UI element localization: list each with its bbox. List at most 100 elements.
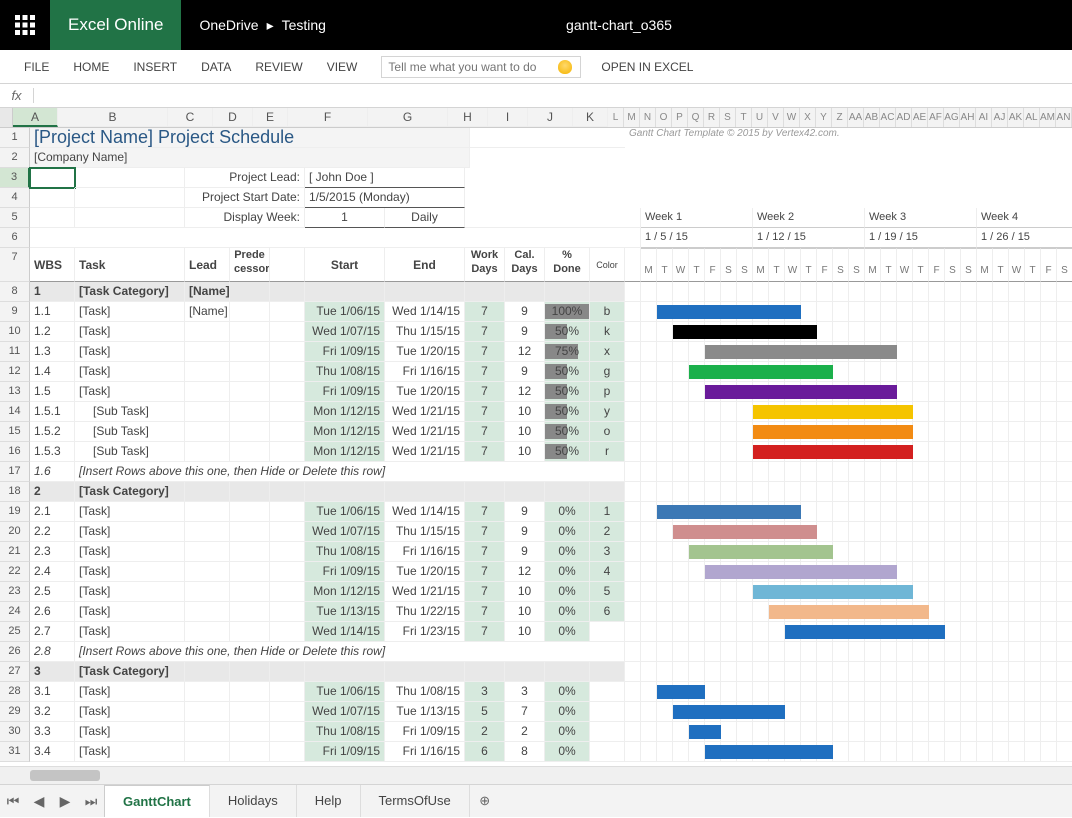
cell-e-29[interactable] xyxy=(270,702,305,722)
cell-end-13[interactable]: Tue 1/20/15 xyxy=(385,382,465,402)
cell-task-26[interactable]: [Insert Rows above this one, then Hide o… xyxy=(75,642,625,662)
col-header-R[interactable]: R xyxy=(704,108,720,127)
cell-lead-20[interactable] xyxy=(185,522,230,542)
cell-lead-24[interactable] xyxy=(185,602,230,622)
cell-task-15[interactable]: [Sub Task] xyxy=(75,422,185,442)
cell-start-27[interactable] xyxy=(305,662,385,682)
col-header-AJ[interactable]: AJ xyxy=(992,108,1008,127)
cell-cd-28[interactable]: 3 xyxy=(505,682,545,702)
col-header-L[interactable]: L xyxy=(608,108,624,127)
row-header-8[interactable]: 8 xyxy=(0,282,30,302)
cell-wd-30[interactable]: 2 xyxy=(465,722,505,742)
cell-start-22[interactable]: Fri 1/09/15 xyxy=(305,562,385,582)
cell-B5[interactable] xyxy=(75,208,185,228)
col-header-B[interactable]: B xyxy=(58,108,168,127)
col-header-G[interactable]: G xyxy=(368,108,448,127)
breadcrumb-item[interactable]: OneDrive xyxy=(199,17,258,33)
cell-start-30[interactable]: Thu 1/08/15 xyxy=(305,722,385,742)
row-header-23[interactable]: 23 xyxy=(0,582,30,602)
cell-B4[interactable] xyxy=(75,188,185,208)
cell-wd-20[interactable]: 7 xyxy=(465,522,505,542)
cell-pred-30[interactable] xyxy=(230,722,270,742)
cell-pred-31[interactable] xyxy=(230,742,270,762)
cell-pred-19[interactable] xyxy=(230,502,270,522)
cell-start-10[interactable]: Wed 1/07/15 xyxy=(305,322,385,342)
cell-task-28[interactable]: [Task] xyxy=(75,682,185,702)
cell-end-22[interactable]: Tue 1/20/15 xyxy=(385,562,465,582)
cell-end-11[interactable]: Tue 1/20/15 xyxy=(385,342,465,362)
cell-C3[interactable]: Project Lead: xyxy=(185,168,305,188)
row-header-27[interactable]: 27 xyxy=(0,662,30,682)
col-header-T[interactable]: T xyxy=(736,108,752,127)
hdr-wbs[interactable]: WBS xyxy=(30,248,75,282)
ribbon-tab-file[interactable]: FILE xyxy=(12,56,61,78)
col-header-N[interactable]: N xyxy=(640,108,656,127)
cell-pct-24[interactable]: 0% xyxy=(545,602,590,622)
week-header-3[interactable]: Week 4 xyxy=(977,208,1072,228)
cell-color-18[interactable] xyxy=(590,482,625,502)
col-header-Q[interactable]: Q xyxy=(688,108,704,127)
col-header-AM[interactable]: AM xyxy=(1040,108,1056,127)
app-launcher-button[interactable] xyxy=(0,0,50,50)
cell-start-18[interactable] xyxy=(305,482,385,502)
cell-wd-14[interactable]: 7 xyxy=(465,402,505,422)
col-header-AI[interactable]: AI xyxy=(976,108,992,127)
cell-cd-18[interactable] xyxy=(505,482,545,502)
cell-start-13[interactable]: Fri 1/09/15 xyxy=(305,382,385,402)
cell-lead-19[interactable] xyxy=(185,502,230,522)
cell-task-27[interactable]: [Task Category] xyxy=(75,662,185,682)
col-header-O[interactable]: O xyxy=(656,108,672,127)
cell-end-28[interactable]: Thu 1/08/15 xyxy=(385,682,465,702)
cell-cd-14[interactable]: 10 xyxy=(505,402,545,422)
cell-cd-20[interactable]: 9 xyxy=(505,522,545,542)
cell-e-20[interactable] xyxy=(270,522,305,542)
cell-wbs-28[interactable]: 3.1 xyxy=(30,682,75,702)
cell-wd-24[interactable]: 7 xyxy=(465,602,505,622)
row-header-14[interactable]: 14 xyxy=(0,402,30,422)
cell-wbs-30[interactable]: 3.3 xyxy=(30,722,75,742)
cell-end-18[interactable] xyxy=(385,482,465,502)
col-header-Y[interactable]: Y xyxy=(816,108,832,127)
cell-e-16[interactable] xyxy=(270,442,305,462)
cell-A4[interactable] xyxy=(30,188,75,208)
cell-wbs-23[interactable]: 2.5 xyxy=(30,582,75,602)
cell-task-14[interactable]: [Sub Task] xyxy=(75,402,185,422)
row-header-21[interactable]: 21 xyxy=(0,542,30,562)
cell-cd-8[interactable] xyxy=(505,282,545,302)
cell-start-20[interactable]: Wed 1/07/15 xyxy=(305,522,385,542)
sheet-tab-help[interactable]: Help xyxy=(297,785,361,817)
col-header-AB[interactable]: AB xyxy=(864,108,880,127)
cell-pred-13[interactable] xyxy=(230,382,270,402)
cell-F5[interactable]: 1 xyxy=(305,208,385,228)
cell-color-29[interactable] xyxy=(590,702,625,722)
col-header-A[interactable]: A xyxy=(13,108,58,127)
cell-task-10[interactable]: [Task] xyxy=(75,322,185,342)
cell-task-18[interactable]: [Task Category] xyxy=(75,482,185,502)
cell-pred-9[interactable] xyxy=(230,302,270,322)
row-header-22[interactable]: 22 xyxy=(0,562,30,582)
cell-e-28[interactable] xyxy=(270,682,305,702)
cell-end-30[interactable]: Fri 1/09/15 xyxy=(385,722,465,742)
row-header-24[interactable]: 24 xyxy=(0,602,30,622)
cell-wbs-9[interactable]: 1.1 xyxy=(30,302,75,322)
cell-start-9[interactable]: Tue 1/06/15 xyxy=(305,302,385,322)
cell-lead-21[interactable] xyxy=(185,542,230,562)
cell-end-27[interactable] xyxy=(385,662,465,682)
cell-task-22[interactable]: [Task] xyxy=(75,562,185,582)
col-header-K[interactable]: K xyxy=(573,108,608,127)
cell-wbs-12[interactable]: 1.4 xyxy=(30,362,75,382)
row-header-17[interactable]: 17 xyxy=(0,462,30,482)
cell-pred-24[interactable] xyxy=(230,602,270,622)
cell-pred-18[interactable] xyxy=(230,482,270,502)
cell-pred-27[interactable] xyxy=(230,662,270,682)
row-header-3[interactable]: 3 xyxy=(0,168,30,188)
col-header-H[interactable]: H xyxy=(448,108,488,127)
cell-pct-27[interactable] xyxy=(545,662,590,682)
cell-end-15[interactable]: Wed 1/21/15 xyxy=(385,422,465,442)
cell-pred-28[interactable] xyxy=(230,682,270,702)
cell-cd-25[interactable]: 10 xyxy=(505,622,545,642)
cell-cd-10[interactable]: 9 xyxy=(505,322,545,342)
cell-end-23[interactable]: Wed 1/21/15 xyxy=(385,582,465,602)
cell-A3[interactable] xyxy=(30,168,75,188)
cell-task-30[interactable]: [Task] xyxy=(75,722,185,742)
